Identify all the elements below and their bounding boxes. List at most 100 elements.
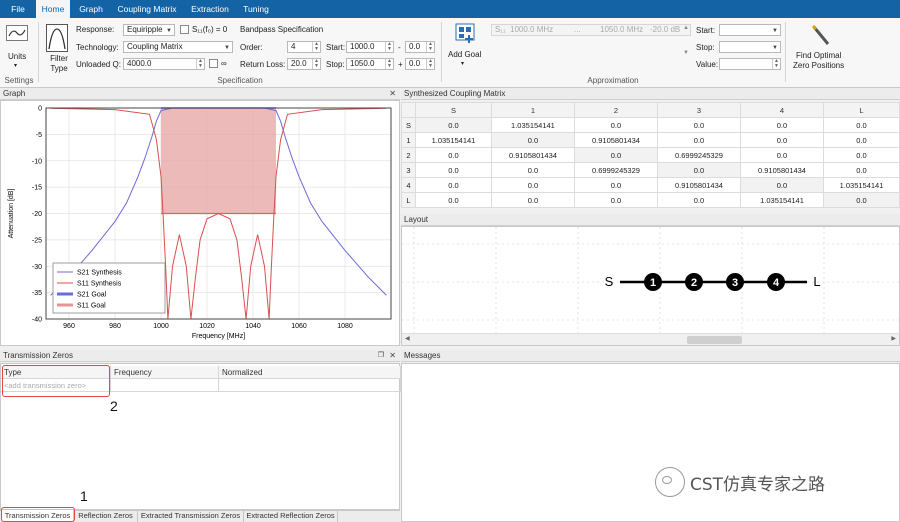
spinner-icon[interactable]: ▲ ▼ <box>385 42 393 52</box>
y-tick-label: -20 <box>32 211 42 218</box>
matrix-cell[interactable]: 0.0 <box>739 132 825 148</box>
filter-type-icon[interactable] <box>46 24 68 52</box>
spinner-icon[interactable]: ▲ ▼ <box>426 42 434 52</box>
spinner-icon[interactable]: ▲ ▼ <box>385 59 393 69</box>
matrix-cell[interactable]: 0.9105801434 <box>490 147 575 163</box>
layout-scrollbar[interactable]: ◀ ▶ <box>402 333 899 345</box>
find-optimal-label[interactable]: Find Optimal <box>796 51 841 60</box>
coupling-matrix-table: S1234L S 0.0 1.035154141 0.0 0.0 0.0 0.0 1 1.035… <box>401 102 900 208</box>
scroll-left-icon[interactable]: ◀ <box>405 335 410 342</box>
unloaded-q-value: 4000.0 <box>127 59 152 68</box>
menu-coupling-matrix[interactable]: Coupling Matrix <box>112 0 182 18</box>
matrix-cell[interactable]: 0.0 <box>490 192 575 208</box>
y-tick-label: -5 <box>36 132 42 139</box>
matrix-cell[interactable]: 1.035154141 <box>739 192 825 208</box>
matrix-cell[interactable]: 0.0 <box>573 192 658 208</box>
menu-tuning[interactable]: Tuning <box>238 0 274 18</box>
matrix-cell[interactable]: 0.0 <box>656 117 741 133</box>
tz-col-frequency[interactable]: Frequency <box>111 366 219 379</box>
spinner-icon[interactable]: ▲ ▼ <box>312 42 320 52</box>
response-select[interactable]: Equiripple ▼ <box>123 24 175 36</box>
start-input[interactable]: 1000.0 ▲ ▼ <box>346 41 394 53</box>
matrix-cell[interactable]: 0.0 <box>656 132 741 148</box>
magic-wand-icon[interactable] <box>810 24 832 48</box>
matrix-cell[interactable]: 0.0 <box>490 177 575 193</box>
matrix-cell[interactable]: 0.0 <box>739 147 825 163</box>
infinity-label: ∞ <box>221 59 227 68</box>
matrix-cell[interactable]: 0.0 <box>573 177 658 193</box>
menu-graph[interactable]: Graph <box>72 0 110 18</box>
goal-list[interactable]: S₁₁ 1000.0 MHz ... 1050.0 MHz -20.0 dB <box>491 24 691 36</box>
messages-panel-title: Messages <box>401 350 900 362</box>
scrollbar-thumb[interactable] <box>687 336 742 344</box>
matrix-cell[interactable]: 0.9105801434 <box>656 177 741 193</box>
matrix-cell[interactable]: 0.0 <box>415 177 492 193</box>
menu-extraction[interactable]: Extraction <box>185 0 235 18</box>
units-chevron-icon[interactable]: ▾ <box>14 62 17 69</box>
close-icon[interactable]: ✕ <box>389 88 396 100</box>
matrix-cell[interactable]: 0.0 <box>823 147 900 163</box>
zero-positions-label[interactable]: Zero Positions <box>793 61 844 70</box>
close-icon[interactable]: ✕ <box>389 350 396 362</box>
resonator-label: 1 <box>650 277 656 289</box>
add-goal-icon[interactable] <box>455 23 475 45</box>
spinner-icon[interactable]: ▲ ▼ <box>312 59 320 69</box>
appr-start-input[interactable]: ▼ <box>719 24 781 36</box>
spinner-icon[interactable]: ▲ ▼ <box>426 59 434 69</box>
matrix-cell[interactable]: 0.0 <box>573 117 658 133</box>
goal-scroll-down-icon[interactable]: ▼ <box>683 50 689 56</box>
matrix-cell[interactable]: 0.0 <box>415 117 492 133</box>
matrix-cell[interactable]: 0.0 <box>656 162 741 178</box>
matrix-cell[interactable]: 0.0 <box>823 192 900 208</box>
menu-file[interactable]: File <box>0 0 36 18</box>
scroll-right-icon[interactable]: ▶ <box>891 335 896 342</box>
tab-reflection-zeros[interactable]: Reflection Zeros <box>74 510 138 522</box>
offset-minus-input[interactable]: 0.0 ▲ ▼ <box>405 41 435 53</box>
float-window-icon[interactable]: ❐ <box>378 350 384 362</box>
technology-select[interactable]: Coupling Matrix ▼ <box>123 41 233 53</box>
tz-col-normalized[interactable]: Normalized <box>219 366 401 379</box>
matrix-cell[interactable]: 0.9105801434 <box>739 162 825 178</box>
tab-extracted-reflection-zeros[interactable]: Extracted Reflection Zeros <box>244 510 338 522</box>
s11-checkbox[interactable] <box>180 25 189 34</box>
matrix-cell[interactable]: 0.0 <box>490 162 575 178</box>
offset-plus-input[interactable]: 0.0 ▲ ▼ <box>405 58 435 70</box>
highlight-box-2 <box>2 365 110 397</box>
spinner-icon[interactable]: ▲ ▼ <box>196 59 204 69</box>
matrix-cell[interactable]: 0.0 <box>656 192 741 208</box>
matrix-cell[interactable]: 1.035154141 <box>415 132 492 148</box>
matrix-cell[interactable]: 0.0 <box>739 177 825 193</box>
matrix-row-header: 2 <box>401 147 416 163</box>
filter-type-button[interactable]: Filter Type <box>46 54 72 74</box>
order-input[interactable]: 4 ▲ ▼ <box>287 41 321 53</box>
infinity-checkbox[interactable] <box>209 59 218 68</box>
matrix-cell[interactable]: 0.0 <box>739 117 825 133</box>
add-goal-chevron-icon[interactable]: ▾ <box>461 60 464 67</box>
matrix-cell[interactable]: 0.0 <box>415 192 492 208</box>
units-icon[interactable] <box>6 25 28 41</box>
matrix-cell[interactable]: 0.0 <box>573 147 658 163</box>
add-goal-button[interactable]: Add Goal <box>448 50 481 59</box>
callout-2: 2 <box>110 398 118 414</box>
unloaded-q-input[interactable]: 4000.0 ▲ ▼ <box>123 58 205 70</box>
matrix-cell[interactable]: 0.6999245329 <box>573 162 658 178</box>
matrix-cell[interactable]: 0.0 <box>415 162 492 178</box>
matrix-cell[interactable]: 1.035154141 <box>823 177 900 193</box>
appr-stop-input[interactable]: ▼ <box>719 41 781 53</box>
matrix-cell[interactable]: 0.0 <box>490 132 575 148</box>
matrix-cell[interactable]: 0.0 <box>823 117 900 133</box>
return-loss-input[interactable]: 20.0 ▲ ▼ <box>287 58 321 70</box>
matrix-cell[interactable]: 0.6999245329 <box>656 147 741 163</box>
matrix-cell[interactable]: 0.0 <box>823 162 900 178</box>
tab-extracted-transmission-zeros[interactable]: Extracted Transmission Zeros <box>138 510 244 522</box>
matrix-cell[interactable]: 1.035154141 <box>490 117 575 133</box>
matrix-cell[interactable]: 0.0 <box>823 132 900 148</box>
units-button[interactable]: Units <box>8 52 26 61</box>
matrix-cell[interactable]: 0.9105801434 <box>573 132 658 148</box>
matrix-cell[interactable]: 0.0 <box>415 147 492 163</box>
menu-home[interactable]: Home <box>36 0 70 18</box>
stop-input[interactable]: 1050.0 ▲ ▼ <box>346 58 394 70</box>
spinner-icon[interactable]: ▲ ▼ <box>772 59 780 69</box>
goal-scroll-up-icon[interactable]: ▲ <box>683 25 689 31</box>
appr-value-input[interactable]: ▲ ▼ <box>719 58 781 70</box>
